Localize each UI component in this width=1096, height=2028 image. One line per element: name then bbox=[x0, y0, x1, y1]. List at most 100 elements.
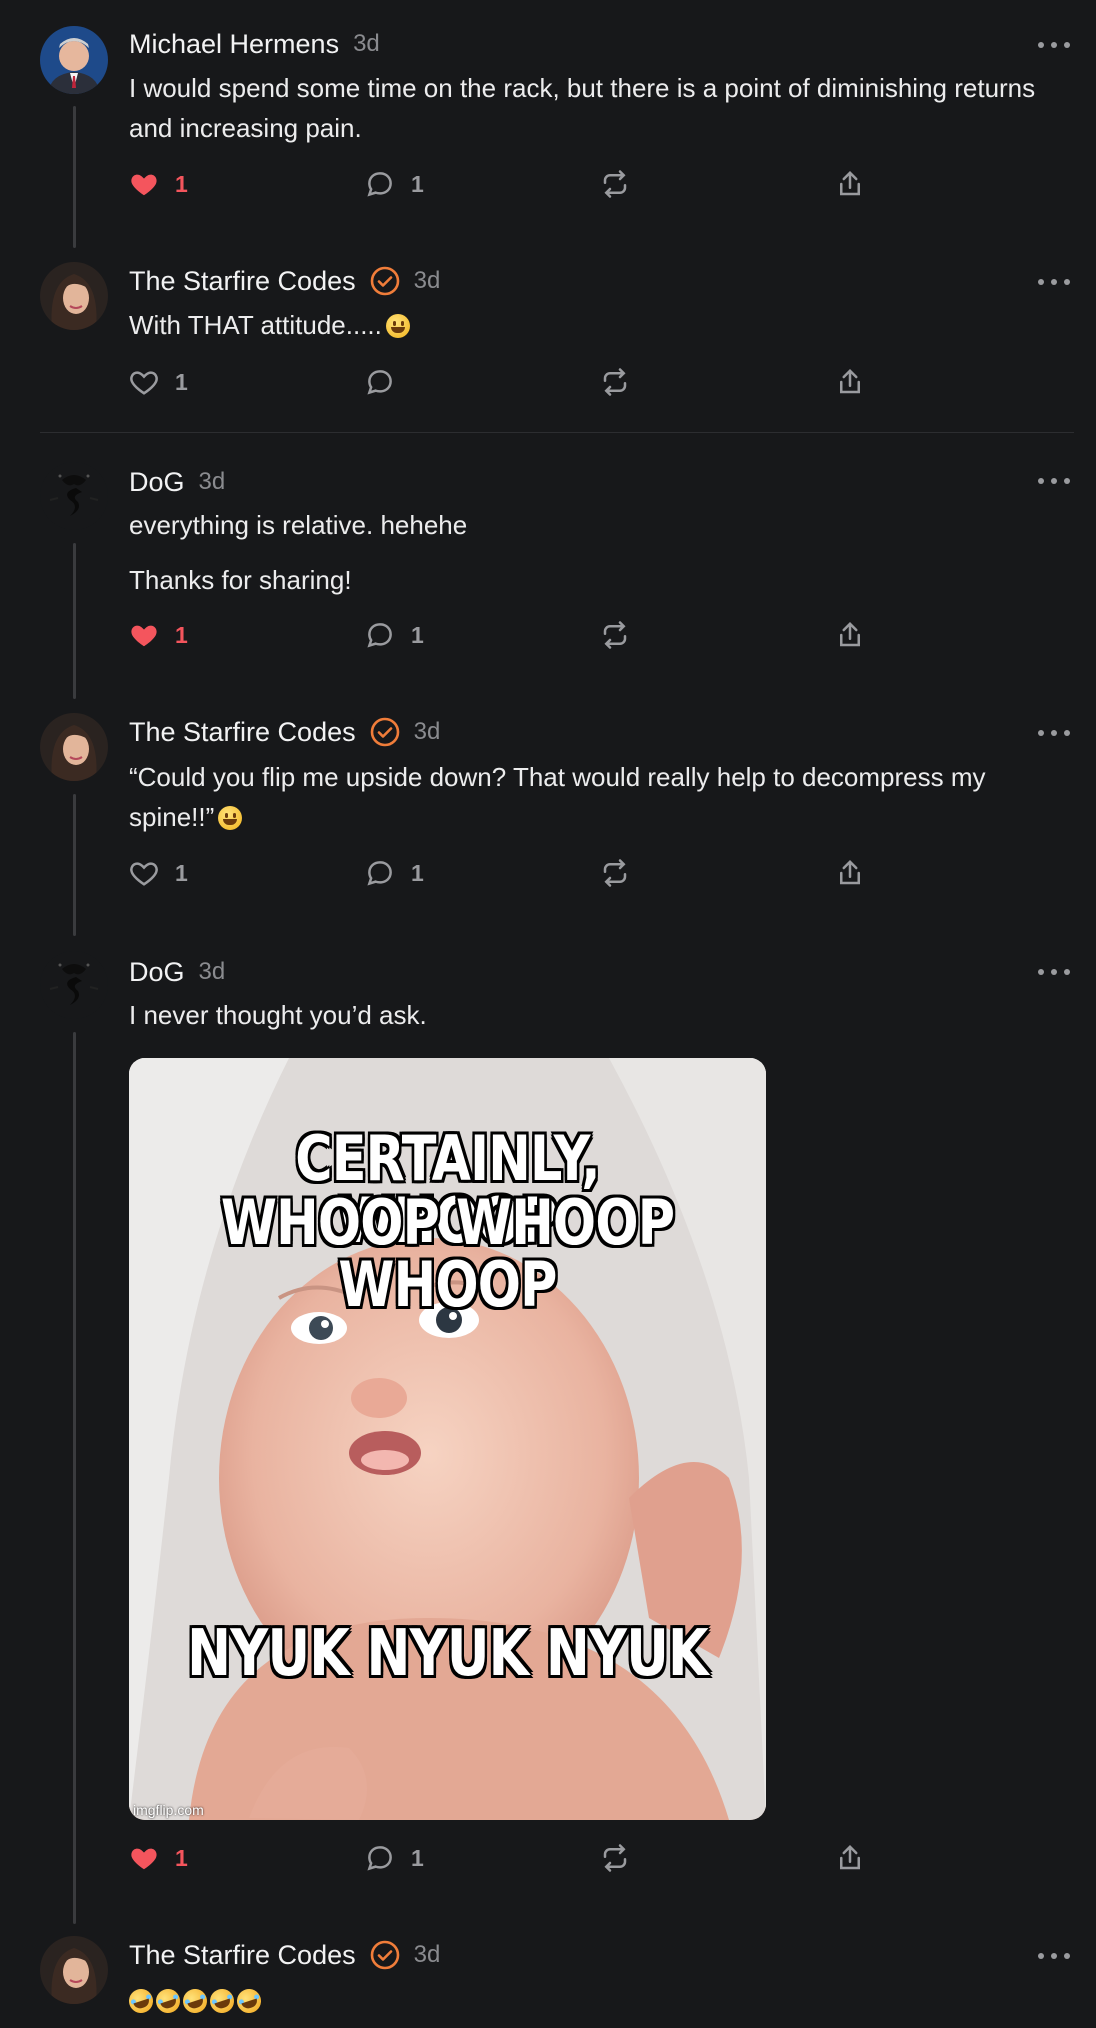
meme-top-text-2: WHOOP WHOOP WHOOP bbox=[220, 1186, 675, 1321]
comment-button[interactable]: 1 bbox=[365, 853, 424, 893]
repost-button[interactable] bbox=[600, 615, 630, 655]
post-text: I would spend some time on the rack, but… bbox=[129, 73, 1036, 143]
repost-icon bbox=[603, 368, 627, 396]
post-text: “Could you flip me upside down? That wou… bbox=[129, 757, 1056, 837]
more-options-button[interactable] bbox=[1038, 1951, 1070, 1961]
heart-icon bbox=[130, 371, 158, 395]
thread-line bbox=[73, 794, 76, 936]
comment-button[interactable] bbox=[365, 362, 395, 402]
post-image[interactable]: CERTAINLY, WHOOP WHOOP WHOOP WHOOP NYUK … bbox=[129, 1058, 766, 1820]
author-name[interactable]: Michael Hermens bbox=[129, 27, 339, 61]
like-button[interactable]: 1 bbox=[129, 1838, 188, 1878]
timestamp: 3d bbox=[198, 958, 226, 985]
laughing-emoji bbox=[179, 1985, 211, 2017]
avatar[interactable] bbox=[40, 262, 108, 330]
like-button[interactable]: 1 bbox=[129, 853, 188, 893]
comment-count: 1 bbox=[411, 621, 424, 648]
laughing-emoji bbox=[206, 1985, 238, 2017]
comment-icon bbox=[367, 623, 392, 648]
author-name[interactable]: DoG bbox=[129, 465, 185, 499]
action-bar: 1 1 bbox=[129, 853, 909, 893]
comment-icon bbox=[367, 1846, 392, 1871]
more-options-button[interactable] bbox=[1038, 476, 1070, 486]
heart-icon bbox=[131, 625, 157, 647]
share-button[interactable] bbox=[835, 615, 865, 655]
comment-icon bbox=[367, 172, 392, 197]
post-text-line-2: Thanks for sharing! bbox=[129, 565, 352, 595]
more-options-button[interactable] bbox=[1038, 277, 1070, 287]
comment-button[interactable]: 1 bbox=[365, 615, 424, 655]
avatar[interactable] bbox=[40, 713, 108, 781]
more-icon bbox=[1038, 279, 1044, 285]
like-button[interactable]: 1 bbox=[129, 362, 188, 402]
more-options-button[interactable] bbox=[1038, 40, 1070, 50]
more-options-button[interactable] bbox=[1038, 728, 1070, 738]
meme-bottom-text: NYUK NYUK NYUK bbox=[187, 1617, 708, 1691]
action-bar: 1 bbox=[129, 362, 909, 402]
repost-button[interactable] bbox=[600, 1838, 630, 1878]
more-icon bbox=[1038, 42, 1044, 48]
author-name[interactable]: The Starfire Codes bbox=[129, 264, 356, 298]
post-text bbox=[125, 1980, 1056, 2020]
more-icon bbox=[1038, 730, 1044, 736]
author-name[interactable]: The Starfire Codes bbox=[129, 715, 356, 749]
more-options-button[interactable] bbox=[1038, 967, 1070, 977]
heart-icon bbox=[131, 1848, 157, 1870]
avatar[interactable] bbox=[40, 951, 108, 1019]
comment-button[interactable]: 1 bbox=[365, 164, 424, 204]
avatar[interactable] bbox=[40, 1936, 108, 2004]
action-bar: 1 1 bbox=[129, 615, 909, 655]
author-name[interactable]: The Starfire Codes bbox=[129, 1938, 356, 1972]
post-text-content: “Could you flip me upside down? That wou… bbox=[129, 762, 986, 832]
post-text: With THAT attitude..... bbox=[129, 305, 1056, 345]
timestamp: 3d bbox=[413, 1941, 441, 1968]
author-name[interactable]: DoG bbox=[129, 955, 185, 989]
post-header: Michael Hermens 3d bbox=[129, 27, 380, 61]
share-icon bbox=[840, 621, 860, 647]
share-icon bbox=[840, 368, 860, 394]
like-count: 1 bbox=[175, 368, 188, 395]
like-count: 1 bbox=[175, 1844, 188, 1871]
repost-button[interactable] bbox=[600, 362, 630, 402]
timestamp: 3d bbox=[198, 468, 226, 495]
like-button[interactable]: 1 bbox=[129, 615, 188, 655]
action-bar: 1 1 bbox=[129, 164, 909, 204]
repost-button[interactable] bbox=[600, 853, 630, 893]
heart-icon bbox=[130, 862, 158, 886]
repost-button[interactable] bbox=[600, 164, 630, 204]
comment-count: 1 bbox=[411, 170, 424, 197]
more-icon bbox=[1038, 969, 1044, 975]
share-button[interactable] bbox=[835, 362, 865, 402]
thread-line bbox=[73, 1032, 76, 1924]
smiley-emoji bbox=[218, 806, 243, 830]
comment-icon bbox=[367, 861, 392, 886]
share-button[interactable] bbox=[835, 164, 865, 204]
timestamp: 3d bbox=[413, 267, 441, 294]
verified-icon bbox=[370, 266, 399, 296]
share-icon bbox=[840, 859, 860, 885]
share-button[interactable] bbox=[835, 853, 865, 893]
comment-button[interactable]: 1 bbox=[365, 1838, 424, 1878]
like-button[interactable]: 1 bbox=[129, 164, 188, 204]
repost-icon bbox=[603, 170, 627, 198]
post-text: everything is relative. hehehe bbox=[129, 510, 468, 540]
avatar[interactable] bbox=[40, 462, 108, 530]
post-header: DoG 3d bbox=[129, 465, 225, 499]
like-count: 1 bbox=[175, 859, 188, 886]
thread-line bbox=[73, 543, 76, 699]
laughing-emoji bbox=[125, 1985, 157, 2017]
timestamp: 3d bbox=[353, 30, 380, 57]
more-icon bbox=[1038, 1953, 1044, 1959]
like-count: 1 bbox=[175, 621, 188, 648]
share-button[interactable] bbox=[835, 1838, 865, 1878]
avatar[interactable] bbox=[40, 26, 108, 94]
thread-line bbox=[73, 106, 76, 248]
heart-icon bbox=[131, 174, 157, 196]
laughing-emoji bbox=[152, 1985, 184, 2017]
smiley-emoji bbox=[385, 314, 410, 338]
share-icon bbox=[840, 1844, 860, 1870]
repost-icon bbox=[603, 1844, 627, 1872]
post-header: The Starfire Codes 3d bbox=[129, 1938, 440, 1972]
post-header: DoG 3d bbox=[129, 955, 225, 989]
post-text-content: With THAT attitude..... bbox=[129, 310, 382, 340]
